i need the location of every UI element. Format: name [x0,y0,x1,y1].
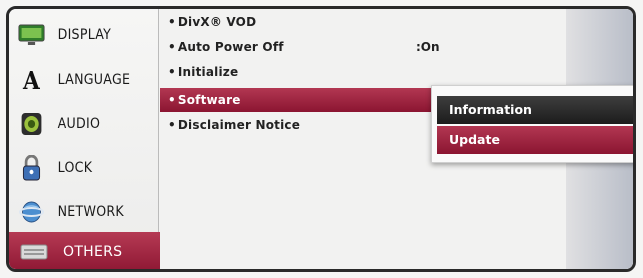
option-label: Auto Power Off [177,40,284,54]
submenu-item-information[interactable]: Information [437,96,633,124]
bullet: • [168,93,176,107]
option-label: Software [177,93,241,107]
option-label: DivX® VOD [177,15,257,29]
submenu-item-update[interactable]: Update [437,126,633,154]
option-divx-vod[interactable]: • DivX® VOD [168,15,256,29]
sidebar-item-label: NETWORK [57,204,124,220]
bullet: • [168,15,176,29]
sidebar-item-label: DISPLAY [57,27,112,43]
sidebar-item-audio[interactable]: AUDIO [9,102,144,146]
network-icon [18,199,45,225]
option-auto-power-off[interactable]: • Auto Power Off [168,40,284,54]
option-initialize[interactable]: • Initialize [168,65,238,79]
sidebar-item-others[interactable]: OTHERS [9,232,175,269]
sidebar-item-display[interactable]: DISPLAY [9,13,144,57]
bullet: • [168,65,176,79]
sidebar-item-label: AUDIO [57,116,101,132]
sidebar-item-language[interactable]: A LANGUAGE [9,58,144,102]
option-label: Disclaimer Notice [177,118,301,132]
sidebar-item-label: LANGUAGE [57,72,131,88]
display-icon [18,22,45,48]
bullet: • [168,118,176,132]
bullet: • [168,40,176,54]
software-submenu: Information Update [431,85,633,163]
setup-window: DISPLAY A LANGUAGE AUDIO LOCK NETWORK OT… [6,6,636,272]
category-sidebar: DISPLAY A LANGUAGE AUDIO LOCK NETWORK OT… [9,9,175,269]
sidebar-item-label: LOCK [57,160,93,176]
option-disclaimer-notice[interactable]: • Disclaimer Notice [168,118,300,132]
sidebar-item-label: OTHERS [63,244,123,260]
sidebar-item-network[interactable]: NETWORK [9,190,144,234]
sidebar-item-lock[interactable]: LOCK [9,146,144,190]
language-icon: A [22,65,41,95]
others-icon [19,239,49,265]
lock-icon [18,155,45,181]
auto-power-off-value: :On [416,40,440,54]
option-label: Initialize [177,65,239,79]
audio-icon [18,111,45,137]
